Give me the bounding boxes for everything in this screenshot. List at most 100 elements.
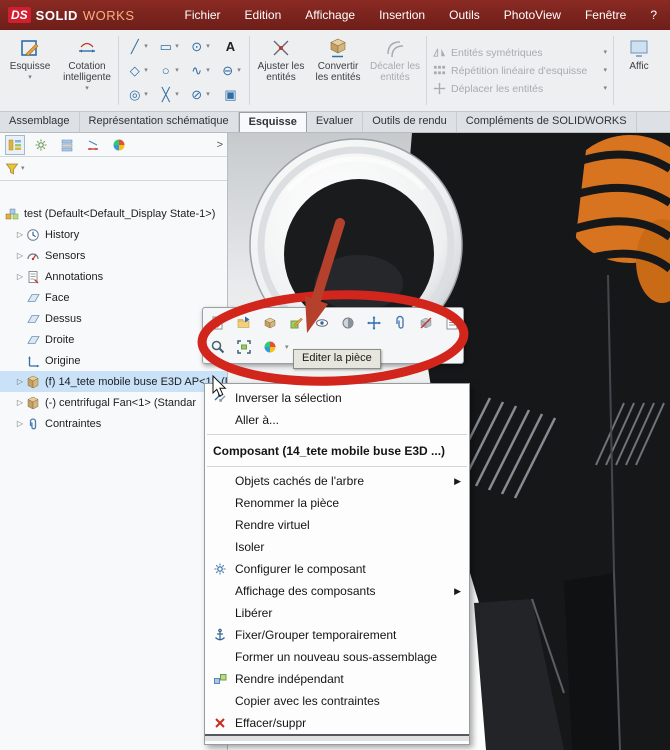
move-component-button[interactable] [363,312,385,334]
appearance-sphere-icon [262,339,278,355]
expand-arrow-icon[interactable]: ▷ [14,377,26,386]
menu-outils[interactable]: Outils [437,0,492,30]
sketch-icon [19,37,41,59]
tab-assemblage[interactable]: Assemblage [0,112,80,132]
trim-entities-button[interactable]: Ajuster les entités [253,33,309,108]
ellipse-tool-button[interactable]: ⊖▾ [215,59,246,83]
tree-item-contraintes[interactable]: ▷ Contraintes [0,413,227,434]
spline-tool-button[interactable]: ∿▾ [184,59,215,83]
menu-item-rendre-virtuel[interactable]: Rendre virtuel [205,514,469,536]
tree-item-plane-droite[interactable]: Droite [0,329,227,350]
tree-item-plane-dessus[interactable]: Dessus [0,308,227,329]
point-tool-button[interactable]: ▣ [215,83,246,107]
expand-arrow-icon[interactable]: ▷ [14,251,26,260]
featuremanager-tab[interactable] [6,136,24,154]
menu-insertion[interactable]: Insertion [367,0,437,30]
dropdown-arrow-icon[interactable]: ▾ [28,74,32,81]
convert-entities-button[interactable]: Convertir les entités [310,33,366,108]
tab-evaluer[interactable]: Evaluer [307,112,363,132]
tab-outils-de-rendu[interactable]: Outils de rendu [363,112,457,132]
suppress-button[interactable] [415,312,437,334]
solidworks-window: DS SOLIDWORKS Fichier Edition Affichage … [0,0,670,750]
ribbon-separator [613,36,614,105]
edit-part-button[interactable] [207,312,229,334]
menu-item-former-sous-assemblage[interactable]: Former un nouveau sous-assemblage [205,646,469,668]
menu-item-copier-avec-les-contraintes[interactable]: Copier avec les contraintes [205,690,469,712]
menu-item-aller-a[interactable]: Aller à... [205,409,469,431]
tab-representation-schematique[interactable]: Représentation schématique [80,112,239,132]
panel-expand-chevron[interactable]: > [217,139,223,151]
arc-tool-button[interactable]: ○▾ [153,59,184,83]
appearances-button[interactable] [259,336,281,358]
tab-esquisse[interactable]: Esquisse [239,112,307,132]
logo-works-text: WORKS [83,8,135,23]
circle-tool-button[interactable]: ⊙▾ [184,35,215,59]
transparency-button[interactable] [337,312,359,334]
line-tool-button[interactable]: ╱▾ [122,35,153,59]
expand-arrow-icon[interactable]: ▷ [14,398,26,407]
part-icon [26,375,40,389]
menu-fenetre[interactable]: Fenêtre [573,0,638,30]
tree-item-sensors[interactable]: ▷ Sensors [0,245,227,266]
tab-complements-solidworks[interactable]: Compléments de SOLIDWORKS [457,112,637,132]
menu-affichage[interactable]: Affichage [293,0,367,30]
transparency-icon [340,315,356,331]
zoom-fit-button[interactable] [233,336,255,358]
menu-header-composant: Composant (14_tete mobile buse E3D ...) [205,438,469,463]
configurationmanager-tab[interactable] [58,136,76,154]
rectangle-tool-button[interactable]: ▭▾ [153,35,184,59]
tree-item-origine[interactable]: Origine [0,350,227,371]
panel-tabs: > [0,133,227,157]
dropdown-arrow-icon[interactable]: ▾ [85,85,89,92]
mate-button[interactable] [389,312,411,334]
tree-item-annotations[interactable]: ▷ Annotations [0,266,227,287]
trim-corner-tool-button[interactable]: ╳▾ [153,83,184,107]
menu-item-isoler[interactable]: Isoler [205,536,469,558]
ribbon: Esquisse ▾ Cotation intelligente ▾ ╱▾ ▭▾… [0,30,670,112]
menu-photoview[interactable]: PhotoView 360 [492,0,573,30]
zoom-selection-button[interactable] [207,336,229,358]
sketch-button[interactable]: Esquisse ▾ [2,33,58,108]
appearances-dropdown-arrow-icon[interactable]: ▾ [285,344,289,351]
tree-item-plane-face[interactable]: Face [0,287,227,308]
menu-fichier[interactable]: Fichier [173,0,233,30]
component-properties-button[interactable] [441,312,463,334]
construction-tool-button[interactable]: ⊘▾ [184,83,215,107]
expand-arrow-icon[interactable]: ▷ [14,230,26,239]
edit-part-in-context-button[interactable] [285,312,307,334]
filter-dropdown-arrow-icon[interactable]: ▾ [21,165,25,172]
menu-item-effacer-suppr[interactable]: Effacer/suppr [205,712,469,734]
menu-edition[interactable]: Edition [233,0,294,30]
menu-item-configurer-le-composant[interactable]: Configurer le composant [205,558,469,580]
expand-arrow-icon[interactable]: ▷ [14,419,26,428]
history-icon [26,228,40,242]
expand-arrow-icon[interactable]: ▷ [14,272,26,281]
menu-item-renommer-la-piece[interactable]: Renommer la pièce [205,492,469,514]
hide-component-button[interactable] [311,312,333,334]
tree-item-assembly-root[interactable]: test (Default<Default_Display State-1>) [0,203,227,224]
configure-component-icon [211,561,229,577]
displaymanager-tab[interactable] [110,136,128,154]
propertymanager-tab[interactable] [32,136,50,154]
menu-item-fixer-grouper-temporairement[interactable]: Fixer/Grouper temporairement [205,624,469,646]
slot-tool-button[interactable]: ◎▾ [122,83,153,107]
smart-dimension-button[interactable]: Cotation intelligente ▾ [59,33,115,108]
menu-item-rendre-independant[interactable]: Rendre indépendant [205,668,469,690]
isolate-button[interactable] [259,312,281,334]
open-part-button[interactable] [233,312,255,334]
menu-item-inverser-la-selection[interactable]: Inverser la sélection [205,387,469,409]
text-tool-button[interactable]: A [215,35,246,59]
menu-item-objets-caches[interactable]: Objets cachés de l'arbre ▶ [205,470,469,492]
polygon-tool-button[interactable]: ◇▾ [122,59,153,83]
tree-item-component-centrifugal-fan[interactable]: ▷ (-) centrifugal Fan<1> (Standar [0,392,227,413]
tree-filter-row[interactable]: ▾ [0,157,227,181]
menu-item-liberer[interactable]: Libérer [205,602,469,624]
zoom-fit-icon [236,339,252,355]
tree-item-component-tete-mobile[interactable]: ▷ (f) 14_tete mobile buse E3D AP<1> (Dé [0,371,227,392]
display-settings-button[interactable]: Affic [617,33,661,108]
pattern-tools-stack: Entités symétriques▾ Répétition linéaire… [430,33,610,108]
menu-help[interactable]: ? [638,0,669,30]
tree-item-history[interactable]: ▷ History [0,224,227,245]
menu-item-affichage-des-composants[interactable]: Affichage des composants ▶ [205,580,469,602]
dimxpert-tab[interactable] [84,136,102,154]
